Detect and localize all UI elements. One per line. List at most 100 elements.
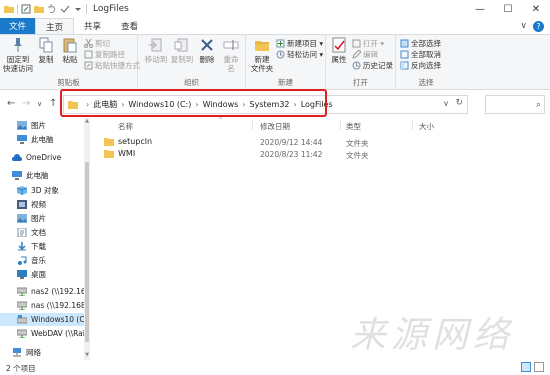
column-header-name[interactable]: 名称 (118, 121, 133, 132)
copy-to-button[interactable]: 复制到 (170, 37, 194, 64)
nav-item-label: nas2 (\\192.168 (31, 287, 84, 296)
details-view-button[interactable] (521, 362, 531, 372)
nav-item-3d-objects[interactable]: 3D 对象 (0, 184, 84, 197)
file-row[interactable]: WMI 2020/8/23 11:42 文件夹 (104, 149, 424, 162)
breadcrumb-windows[interactable]: Windows (203, 100, 239, 109)
back-button[interactable]: ← (7, 98, 15, 109)
nav-item-windows10-c[interactable]: Windows10 (C: (0, 313, 84, 326)
large-icons-view-button[interactable] (534, 362, 544, 372)
pictures-icon (17, 121, 27, 130)
history-button[interactable]: 历史记录 (352, 60, 393, 71)
nav-item-nas2[interactable]: nas2 (\\192.168 (0, 285, 84, 298)
file-type: 文件夹 (346, 139, 369, 148)
copy-button[interactable]: 复制 (36, 37, 56, 64)
select-none-button[interactable]: 全部取消 (400, 49, 441, 60)
collapse-ribbon-button[interactable]: ∨ (520, 21, 527, 31)
forward-button[interactable]: → (22, 98, 30, 109)
nav-item-label: 此电脑 (26, 171, 49, 180)
navigation-pane: 图片 此电脑 OneDrive 此电脑 3D 对象 视频 图片 文档 下载 音乐… (0, 118, 89, 360)
open-button[interactable]: 打开 ▾ (352, 38, 384, 49)
nav-item-downloads[interactable]: 下载 (0, 240, 84, 253)
nav-item-network[interactable]: 网络 (0, 346, 84, 359)
nav-item-desktop[interactable]: 桌面 (0, 268, 84, 281)
file-name-cell: WMI (104, 149, 135, 158)
paste-button[interactable]: 粘贴 (60, 37, 80, 64)
delete-button[interactable]: 删除 (198, 37, 216, 64)
nav-item-nas[interactable]: nas (\\192.168. (0, 299, 84, 312)
pictures-icon (17, 214, 27, 223)
new-item-label: 新建项目 ▾ (287, 39, 324, 48)
scroll-down-arrow[interactable]: ▼ (84, 352, 90, 358)
search-icon: ⌕ (535, 99, 541, 110)
address-dropdown-icon[interactable]: ∨ (443, 99, 449, 108)
nav-item-onedrive[interactable]: OneDrive (0, 151, 84, 164)
refresh-icon[interactable]: ↻ (455, 98, 463, 108)
select-group: 全部选择 全部取消 反向选择 选择 (396, 35, 456, 89)
edit-button[interactable]: 编辑 (352, 49, 378, 60)
up-button[interactable]: ↑ (49, 98, 57, 109)
breadcrumb-chevron[interactable]: › (294, 100, 297, 109)
window-title: LogFiles (93, 4, 129, 14)
breadcrumb-logfiles[interactable]: LogFiles (301, 100, 333, 109)
open-icon (352, 39, 361, 48)
undo-icon[interactable] (47, 4, 57, 14)
tab-file[interactable]: 文件 (0, 18, 36, 34)
column-separator[interactable] (252, 120, 253, 130)
file-name: WMI (118, 149, 136, 158)
properties-icon[interactable] (21, 4, 31, 14)
column-separator[interactable] (412, 120, 413, 130)
copy-path-button[interactable]: 复制路径 (84, 49, 125, 60)
column-header-size[interactable]: 大小 (419, 121, 434, 132)
new-folder-icon[interactable] (34, 4, 44, 14)
cut-button[interactable]: 剪切 (84, 38, 110, 49)
column-separator[interactable] (340, 120, 341, 130)
nav-item-this-pc[interactable]: 此电脑 (0, 169, 84, 182)
pin-to-quick-access-button[interactable]: 固定到 快速访问 (3, 37, 33, 73)
nav-item-pictures[interactable]: 图片 (0, 212, 84, 225)
nav-item-music[interactable]: 音乐 (0, 254, 84, 267)
breadcrumb-this-pc[interactable]: 此电脑 (93, 99, 117, 110)
ribbon: 固定到 快速访问 复制 粘贴 剪切 复制路径 粘贴快捷方式 剪贴板 移动到 复制… (0, 34, 550, 90)
column-header-date[interactable]: 修改日期 (260, 121, 290, 132)
breadcrumb-chevron[interactable]: › (121, 100, 124, 109)
nav-item-pictures-quick[interactable]: 图片 (0, 119, 84, 132)
nav-item-webdav[interactable]: WebDAV (\\Rai (0, 327, 84, 340)
new-folder-button[interactable]: 新建 文件夹 (249, 37, 275, 73)
breadcrumb-chevron[interactable]: › (242, 100, 245, 109)
paste-icon (63, 38, 77, 53)
close-button[interactable]: ✕ (522, 0, 550, 18)
breadcrumb-chevron[interactable]: › (86, 100, 89, 109)
select-all-button[interactable]: 全部选择 (400, 38, 441, 49)
nav-item-documents[interactable]: 文档 (0, 226, 84, 239)
address-bar[interactable]: › 此电脑 › Windows10 (C:) › Windows › Syste… (63, 95, 468, 114)
minimize-button[interactable]: — (466, 0, 494, 18)
breadcrumb-drive-c[interactable]: Windows10 (C:) (128, 100, 191, 109)
nav-item-this-pc-quick[interactable]: 此电脑 (0, 133, 84, 146)
breadcrumb-chevron[interactable]: › (195, 100, 198, 109)
breadcrumb-system32[interactable]: System32 (250, 100, 290, 109)
tab-view[interactable]: 查看 (111, 18, 148, 34)
rename-button[interactable]: 重命名 (220, 37, 242, 73)
tab-share[interactable]: 共享 (74, 18, 111, 34)
column-header-type[interactable]: 类型 (346, 121, 361, 132)
nav-item-label: 此电脑 (31, 135, 54, 144)
nav-scrollbar-thumb[interactable] (85, 162, 89, 342)
nav-item-label: 3D 对象 (31, 186, 59, 195)
recent-locations-button[interactable]: ∨ (37, 100, 42, 108)
checkmark-icon[interactable] (60, 4, 70, 14)
move-to-button[interactable]: 移动到 (144, 37, 168, 64)
maximize-button[interactable]: ☐ (494, 0, 522, 18)
nav-item-videos[interactable]: 视频 (0, 198, 84, 211)
properties-button[interactable]: 属性 (330, 37, 348, 64)
edit-icon (352, 50, 361, 59)
new-item-button[interactable]: 新建项目 ▾ (276, 38, 323, 49)
paste-shortcut-button[interactable]: 粘贴快捷方式 (84, 60, 140, 71)
customize-dropdown-icon[interactable] (73, 4, 83, 14)
tab-home[interactable]: 主页 (35, 18, 75, 34)
easy-access-button[interactable]: 轻松访问 ▾ (276, 49, 323, 60)
help-icon[interactable]: ? (533, 20, 544, 32)
search-input[interactable]: ⌕ (485, 95, 545, 114)
status-bar: 2 个项目 (0, 360, 550, 375)
invert-selection-button[interactable]: 反向选择 (400, 60, 441, 71)
scroll-up-arrow[interactable]: ▲ (84, 118, 90, 124)
